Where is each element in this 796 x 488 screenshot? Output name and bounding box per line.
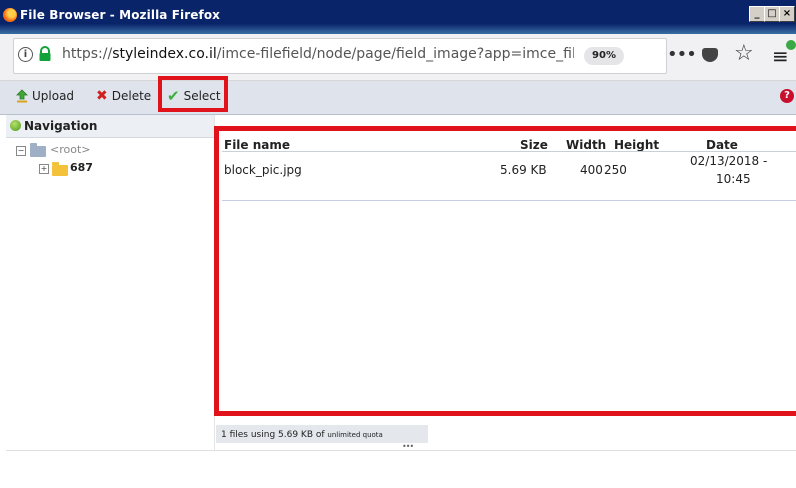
update-badge-icon [786, 40, 796, 50]
url-prefix: https:// [62, 46, 113, 62]
info-icon[interactable]: i [18, 47, 33, 62]
delete-label: Delete [111, 89, 152, 103]
delete-icon: ✖ [96, 88, 108, 104]
url-text[interactable]: https://styleindex.co.il/imce-filefield/… [62, 46, 574, 62]
lock-icon[interactable] [37, 46, 53, 62]
navigation-title: Navigation [24, 119, 98, 133]
status-prefix: 1 files using 5.69 KB of [221, 430, 328, 440]
maximize-button[interactable]: □ [764, 6, 780, 22]
tree-folder-687[interactable]: 687 [70, 161, 93, 174]
navigation-pane [6, 115, 215, 450]
navigation-icon [10, 120, 21, 131]
folder-expand-toggle[interactable]: + [39, 164, 49, 174]
page-actions-icon[interactable]: ••• [667, 44, 697, 65]
file-list-highlight-box [214, 126, 796, 416]
window-title: File Browser - Mozilla Firefox [20, 8, 221, 22]
status-quota: unlimited quota [327, 431, 383, 439]
help-icon[interactable]: ? [780, 89, 794, 103]
firefox-icon [3, 8, 17, 22]
root-folder-icon [30, 143, 46, 157]
folder-icon [52, 162, 68, 176]
minimize-button[interactable]: _ [749, 6, 765, 22]
url-domain: styleindex.co.il [112, 46, 217, 62]
bookmark-star-icon[interactable]: ☆ [734, 41, 754, 66]
tree-root[interactable]: <root> [50, 143, 91, 156]
url-path: /imce-filefield/node/page/field_image?ap… [216, 46, 574, 62]
bottom-divider [6, 450, 796, 451]
upload-icon [16, 89, 28, 103]
upload-button[interactable]: Upload [16, 86, 74, 106]
close-button[interactable]: × [779, 6, 795, 22]
root-collapse-toggle[interactable]: − [16, 146, 26, 156]
status-text: 1 files using 5.69 KB of unlimited quota [221, 430, 383, 440]
zoom-indicator[interactable]: 90% [584, 47, 624, 65]
delete-button[interactable]: ✖ Delete [96, 86, 151, 106]
upload-label: Upload [32, 89, 75, 103]
select-highlight-box [158, 76, 228, 112]
